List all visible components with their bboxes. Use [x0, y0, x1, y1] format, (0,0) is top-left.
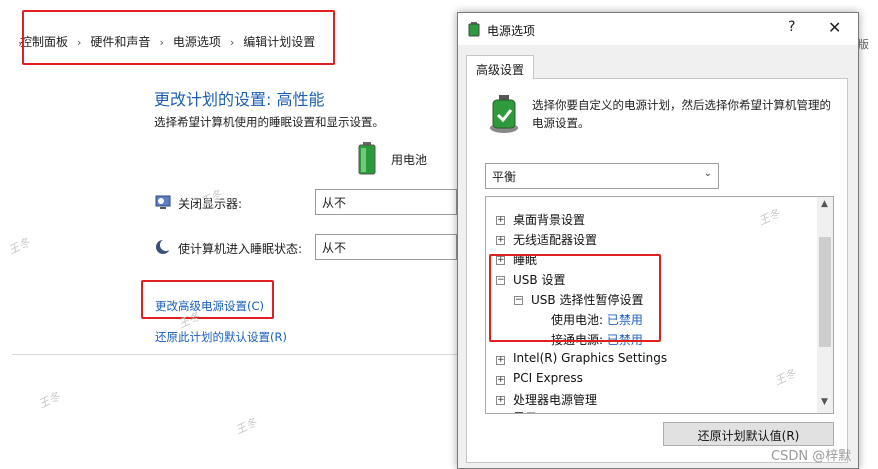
tree-item-pci-express[interactable]: PCI Express — [513, 371, 583, 385]
expand-icon[interactable]: + — [496, 356, 505, 365]
expand-icon[interactable]: + — [496, 216, 505, 225]
display-off-select[interactable]: 从不 — [315, 189, 457, 215]
expand-icon[interactable]: + — [496, 396, 505, 405]
tree-item-display[interactable]: 显示 — [513, 409, 537, 413]
right-fragment-text: 版 — [858, 38, 869, 51]
power-plan-select-value: 平衡 — [492, 170, 517, 184]
page-subtitle: 选择希望计算机使用的睡眠设置和显示设置。 — [154, 115, 384, 129]
csdn-credit: CSDN @梓默 — [771, 449, 852, 464]
watermark: 王冬 — [36, 389, 62, 411]
help-button[interactable]: ? — [788, 19, 795, 35]
restore-plan-defaults-button[interactable]: 还原计划默认值(R) — [663, 422, 834, 446]
sleep-select[interactable]: 从不 — [315, 234, 457, 260]
tree-item-intel-graphics[interactable]: Intel(R) Graphics Settings — [513, 351, 667, 365]
tree-item-processor-power[interactable]: 处理器电源管理 — [513, 391, 597, 408]
chevron-down-icon: ⌄ — [703, 168, 712, 179]
close-button[interactable]: ✕ — [828, 18, 841, 37]
scrollbar-thumb[interactable] — [819, 237, 831, 347]
power-options-dialog: 电源选项 ? ✕ 高级设置 选择你要自定义的电源计划，然后选择你希望计算机管理的… — [457, 12, 859, 469]
advanced-link-highlight-box — [141, 280, 274, 319]
battery-icon — [358, 142, 376, 175]
dialog-description: 选择你要自定义的电源计划，然后选择你希望计算机管理的电源设置。 — [532, 98, 831, 130]
dialog-titlebar[interactable]: 电源选项 ? ✕ — [458, 13, 858, 45]
watermark: 王冬 — [233, 415, 259, 437]
usb-highlight-box — [489, 254, 661, 342]
tree-item-desktop-background[interactable]: 桌面背景设置 — [513, 211, 585, 228]
scroll-up-icon[interactable]: ▲ — [821, 199, 828, 209]
tree-item-wireless-adapter[interactable]: 无线适配器设置 — [513, 231, 597, 248]
expand-icon[interactable]: + — [496, 376, 505, 385]
sleep-label: 使计算机进入睡眠状态: — [178, 242, 303, 256]
battery-column-label: 用电池 — [391, 153, 428, 167]
tab-advanced-settings[interactable]: 高级设置 — [466, 55, 534, 79]
page-title: 更改计划的设置: 高性能 — [154, 90, 325, 109]
dialog-title: 电源选项 — [487, 24, 536, 38]
tree-scrollbar[interactable]: ▲ ▼ — [817, 197, 833, 413]
sleep-moon-icon — [156, 239, 171, 254]
watermark: 王冬 — [6, 235, 32, 257]
breadcrumb-highlight-box — [22, 10, 335, 65]
power-plan-select[interactable]: 平衡 ⌄ — [485, 163, 719, 189]
restore-defaults-link[interactable]: 还原此计划的默认设置(R) — [155, 329, 287, 345]
scroll-down-icon[interactable]: ▼ — [821, 397, 828, 407]
monitor-icon — [155, 195, 171, 209]
divider — [12, 354, 457, 355]
expand-icon[interactable]: + — [496, 236, 505, 245]
power-battery-icon — [490, 95, 518, 133]
power-plan-icon — [468, 22, 480, 37]
